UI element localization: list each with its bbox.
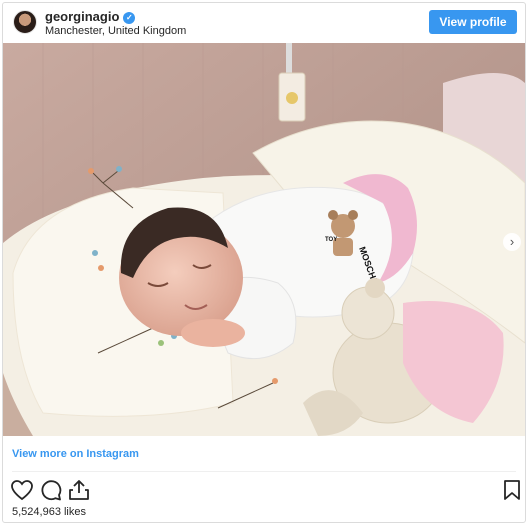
chevron-right-icon[interactable]: › (503, 233, 521, 251)
action-bar (3, 477, 525, 503)
share-icon[interactable] (67, 479, 91, 501)
post-photo[interactable]: MOSCHINO TOY › (3, 43, 525, 436)
avatar[interactable] (13, 10, 37, 34)
verified-badge-icon: ✓ (123, 12, 136, 24)
post-header: georginagio ✓ Manchester, United Kingdom … (3, 3, 525, 43)
toy-print: TOY (325, 237, 337, 243)
instagram-embed-card: georginagio ✓ Manchester, United Kingdom … (2, 2, 526, 523)
like-count[interactable]: 5,524,963 likes (12, 506, 86, 518)
heart-icon[interactable] (10, 479, 34, 501)
view-more-link[interactable]: View more on Instagram (12, 448, 139, 460)
username[interactable]: georginagio (45, 9, 119, 24)
bookmark-icon[interactable] (500, 479, 524, 501)
username-link[interactable]: georginagio ✓ (45, 9, 136, 24)
view-profile-button[interactable]: View profile (429, 10, 517, 34)
comment-icon[interactable] (39, 479, 63, 501)
location-link[interactable]: Manchester, United Kingdom (45, 25, 186, 37)
baby-photo-illustration: MOSCHINO TOY (3, 43, 525, 436)
divider (12, 471, 516, 472)
